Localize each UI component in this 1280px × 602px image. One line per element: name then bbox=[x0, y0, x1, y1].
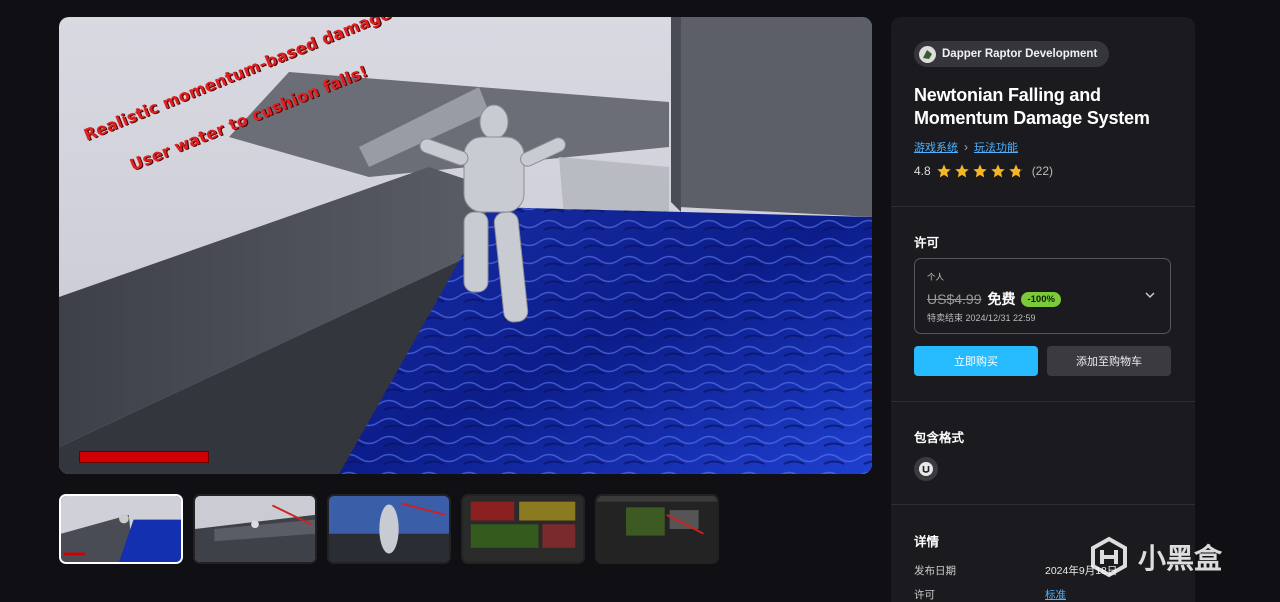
heybox-logo-icon bbox=[1091, 536, 1127, 578]
license-label: 许可 bbox=[914, 236, 940, 250]
details-label: 详情 bbox=[914, 535, 940, 549]
star-half-icon bbox=[1009, 164, 1023, 178]
license-type: 个人 bbox=[927, 272, 945, 282]
rating: 4.8 (22) bbox=[914, 163, 1053, 179]
detail-row-license: 许可 标准 bbox=[914, 587, 1066, 602]
thumbnail-2[interactable] bbox=[193, 494, 317, 564]
breadcrumb-item-1[interactable]: 游戏系统 bbox=[914, 139, 958, 155]
thumbnail-3[interactable] bbox=[327, 494, 451, 564]
product-sidebar: Dapper Raptor Development Newtonian Fall… bbox=[891, 17, 1195, 602]
star-icon bbox=[991, 164, 1005, 178]
sale-price: 免费 bbox=[987, 291, 1016, 307]
seller-name: Dapper Raptor Development bbox=[942, 48, 1098, 60]
chevron-down-icon bbox=[1145, 292, 1155, 299]
thumbnail-4[interactable] bbox=[461, 494, 585, 564]
seller-chip[interactable]: Dapper Raptor Development bbox=[914, 41, 1110, 67]
rating-stars bbox=[936, 163, 1024, 179]
unreal-engine-icon bbox=[914, 457, 938, 481]
hero-image[interactable]: Realistic momentum-based damage! User wa… bbox=[59, 17, 872, 474]
original-price: US$4.99 bbox=[927, 291, 982, 307]
rating-count[interactable]: (22) bbox=[1032, 164, 1053, 178]
price-row: US$4.99 免费 -100% bbox=[927, 289, 1061, 309]
star-icon bbox=[973, 164, 987, 178]
thumbnail-1[interactable] bbox=[59, 494, 183, 564]
thumbnail-5[interactable] bbox=[595, 494, 719, 564]
chevron-right-icon: › bbox=[964, 140, 968, 154]
star-icon bbox=[937, 164, 951, 178]
breadcrumb: 游戏系统 › 玩法功能 bbox=[914, 139, 1018, 155]
discount-badge: -100% bbox=[1021, 291, 1061, 307]
detail-key: 许可 bbox=[914, 589, 935, 601]
sale-end-text: 特卖结束 2024/12/31 22:59 bbox=[927, 313, 1036, 323]
formats-label: 包含格式 bbox=[914, 431, 965, 445]
license-link[interactable]: 标准 bbox=[1045, 587, 1066, 602]
divider bbox=[891, 401, 1195, 402]
product-title: Newtonian Falling and Momentum Damage Sy… bbox=[914, 85, 1150, 128]
buy-now-button[interactable]: 立即购买 bbox=[914, 346, 1038, 376]
detail-row-release-date: 发布日期 2024年9月18日 bbox=[914, 563, 1117, 578]
watermark-text: 小黑盒 bbox=[1138, 543, 1223, 574]
watermark: 小黑盒 bbox=[1088, 536, 1222, 578]
add-to-cart-button[interactable]: 添加至购物车 bbox=[1047, 346, 1171, 376]
rating-value: 4.8 bbox=[914, 164, 931, 178]
license-selector[interactable]: 个人 US$4.99 免费 -100% 特卖结束 2024/12/31 22:5… bbox=[914, 258, 1171, 334]
thumbnail-strip bbox=[59, 494, 719, 564]
star-icon bbox=[955, 164, 969, 178]
seller-avatar-icon bbox=[919, 45, 936, 63]
divider bbox=[891, 504, 1195, 505]
divider bbox=[891, 206, 1195, 207]
detail-key: 发布日期 bbox=[914, 565, 956, 577]
breadcrumb-item-2[interactable]: 玩法功能 bbox=[974, 139, 1018, 155]
product-page: Realistic momentum-based damage! User wa… bbox=[0, 0, 1280, 602]
health-bar bbox=[79, 451, 209, 463]
